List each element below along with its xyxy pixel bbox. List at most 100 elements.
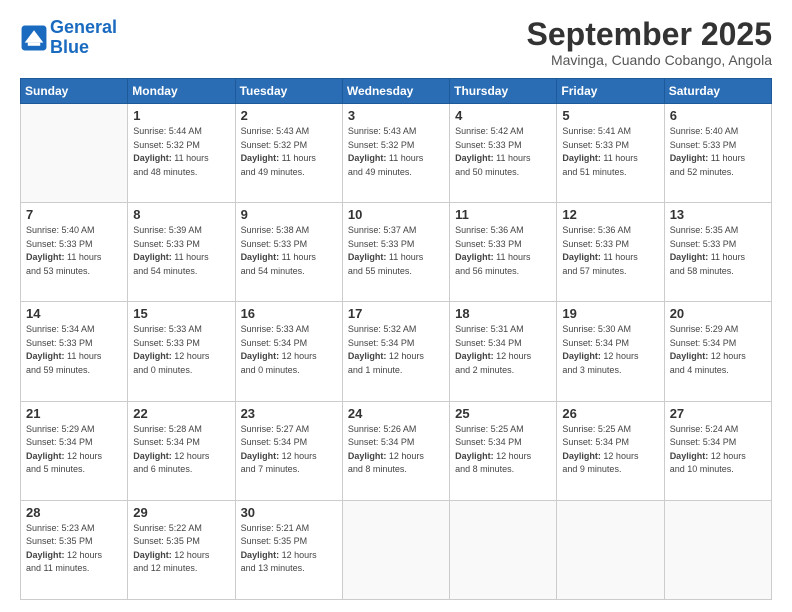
table-row: 10Sunrise: 5:37 AMSunset: 5:33 PMDayligh… (342, 203, 449, 302)
day-number: 3 (348, 108, 444, 123)
month-title: September 2025 (527, 18, 772, 50)
location: Mavinga, Cuando Cobango, Angola (527, 52, 772, 68)
table-row: 8 Sunrise: 5:39 AMSunset: 5:33 PMDaylight… (128, 203, 235, 302)
table-row: 7Sunrise: 5:40 AMSunset: 5:33 PMDaylight… (21, 203, 128, 302)
table-row: 20 Sunrise: 5:29 AMSunset: 5:34 PMDayligh… (664, 302, 771, 401)
day-number: 22 (133, 406, 229, 421)
day-number: 18 (455, 306, 551, 321)
day-info: Sunrise: 5:34 AMSunset: 5:33 PMDaylight:… (26, 323, 122, 377)
day-info: Sunrise: 5:21 AMSunset: 5:35 PMDaylight:… (241, 522, 337, 576)
day-number: 24 (348, 406, 444, 421)
table-row: 5 Sunrise: 5:41 AMSunset: 5:33 PMDaylight… (557, 104, 664, 203)
day-info: Sunrise: 5:40 AMSunset: 5:33 PMDaylight:… (670, 125, 766, 179)
day-info: Sunrise: 5:35 AMSunset: 5:33 PMDaylight:… (670, 224, 766, 278)
day-info: Sunrise: 5:25 AMSunset: 5:34 PMDaylight:… (562, 423, 658, 477)
day-number: 2 (241, 108, 337, 123)
table-row: 18 Sunrise: 5:31 AMSunset: 5:34 PMDayligh… (450, 302, 557, 401)
day-number: 11 (455, 207, 551, 222)
table-row (557, 500, 664, 599)
day-number: 29 (133, 505, 229, 520)
col-monday: Monday (128, 79, 235, 104)
day-number: 5 (562, 108, 658, 123)
day-info: Sunrise: 5:22 AMSunset: 5:35 PMDaylight:… (133, 522, 229, 576)
day-number: 8 (133, 207, 229, 222)
day-info: Sunrise: 5:31 AMSunset: 5:34 PMDaylight:… (455, 323, 551, 377)
day-info: Sunrise: 5:33 AMSunset: 5:34 PMDaylight:… (241, 323, 337, 377)
day-info: Sunrise: 5:43 AMSunset: 5:32 PMDaylight:… (348, 125, 444, 179)
day-number: 20 (670, 306, 766, 321)
table-row: 1Sunrise: 5:44 AMSunset: 5:32 PMDaylight… (128, 104, 235, 203)
day-info: Sunrise: 5:29 AMSunset: 5:34 PMDaylight:… (26, 423, 122, 477)
logo-line1: General (50, 17, 117, 37)
table-row (450, 500, 557, 599)
calendar-week-row: 28Sunrise: 5:23 AMSunset: 5:35 PMDayligh… (21, 500, 772, 599)
day-info: Sunrise: 5:24 AMSunset: 5:34 PMDaylight:… (670, 423, 766, 477)
calendar-week-row: 14 Sunrise: 5:34 AMSunset: 5:33 PMDayligh… (21, 302, 772, 401)
day-number: 14 (26, 306, 122, 321)
day-number: 27 (670, 406, 766, 421)
logo-icon (20, 24, 48, 52)
day-number: 12 (562, 207, 658, 222)
header: General Blue September 2025 Mavinga, Cua… (20, 18, 772, 68)
logo: General Blue (20, 18, 117, 58)
table-row: 4 Sunrise: 5:42 AMSunset: 5:33 PMDaylight… (450, 104, 557, 203)
table-row: 28Sunrise: 5:23 AMSunset: 5:35 PMDayligh… (21, 500, 128, 599)
table-row: 29 Sunrise: 5:22 AMSunset: 5:35 PMDayligh… (128, 500, 235, 599)
day-info: Sunrise: 5:27 AMSunset: 5:34 PMDaylight:… (241, 423, 337, 477)
table-row: 12 Sunrise: 5:36 AMSunset: 5:33 PMDayligh… (557, 203, 664, 302)
table-row: 24 Sunrise: 5:26 AMSunset: 5:34 PMDayligh… (342, 401, 449, 500)
table-row: 17Sunrise: 5:32 AMSunset: 5:34 PMDayligh… (342, 302, 449, 401)
col-sunday: Sunday (21, 79, 128, 104)
day-number: 13 (670, 207, 766, 222)
table-row: 25Sunrise: 5:25 AMSunset: 5:34 PMDayligh… (450, 401, 557, 500)
title-block: September 2025 Mavinga, Cuando Cobango, … (527, 18, 772, 68)
table-row: 6 Sunrise: 5:40 AMSunset: 5:33 PMDaylight… (664, 104, 771, 203)
day-info: Sunrise: 5:42 AMSunset: 5:33 PMDaylight:… (455, 125, 551, 179)
day-info: Sunrise: 5:38 AMSunset: 5:33 PMDaylight:… (241, 224, 337, 278)
day-info: Sunrise: 5:26 AMSunset: 5:34 PMDaylight:… (348, 423, 444, 477)
logo-text: General Blue (50, 18, 117, 58)
day-info: Sunrise: 5:29 AMSunset: 5:34 PMDaylight:… (670, 323, 766, 377)
page: General Blue September 2025 Mavinga, Cua… (0, 0, 792, 612)
day-info: Sunrise: 5:36 AMSunset: 5:33 PMDaylight:… (562, 224, 658, 278)
calendar-week-row: 21 Sunrise: 5:29 AMSunset: 5:34 PMDayligh… (21, 401, 772, 500)
day-number: 10 (348, 207, 444, 222)
day-number: 21 (26, 406, 122, 421)
table-row: 2 Sunrise: 5:43 AMSunset: 5:32 PMDaylight… (235, 104, 342, 203)
table-row: 26 Sunrise: 5:25 AMSunset: 5:34 PMDayligh… (557, 401, 664, 500)
table-row (664, 500, 771, 599)
day-number: 16 (241, 306, 337, 321)
day-info: Sunrise: 5:41 AMSunset: 5:33 PMDaylight:… (562, 125, 658, 179)
day-info: Sunrise: 5:44 AMSunset: 5:32 PMDaylight:… (133, 125, 229, 179)
table-row: 16 Sunrise: 5:33 AMSunset: 5:34 PMDayligh… (235, 302, 342, 401)
table-row: 11 Sunrise: 5:36 AMSunset: 5:33 PMDayligh… (450, 203, 557, 302)
day-info: Sunrise: 5:43 AMSunset: 5:32 PMDaylight:… (241, 125, 337, 179)
day-number: 9 (241, 207, 337, 222)
table-row: 21 Sunrise: 5:29 AMSunset: 5:34 PMDayligh… (21, 401, 128, 500)
calendar-header-row: Sunday Monday Tuesday Wednesday Thursday… (21, 79, 772, 104)
col-wednesday: Wednesday (342, 79, 449, 104)
calendar-week-row: 1Sunrise: 5:44 AMSunset: 5:32 PMDaylight… (21, 104, 772, 203)
table-row: 3 Sunrise: 5:43 AMSunset: 5:32 PMDaylight… (342, 104, 449, 203)
day-info: Sunrise: 5:33 AMSunset: 5:33 PMDaylight:… (133, 323, 229, 377)
table-row: 19 Sunrise: 5:30 AMSunset: 5:34 PMDayligh… (557, 302, 664, 401)
day-number: 26 (562, 406, 658, 421)
col-friday: Friday (557, 79, 664, 104)
day-number: 19 (562, 306, 658, 321)
table-row: 30 Sunrise: 5:21 AMSunset: 5:35 PMDayligh… (235, 500, 342, 599)
day-info: Sunrise: 5:39 AMSunset: 5:33 PMDaylight:… (133, 224, 229, 278)
day-number: 6 (670, 108, 766, 123)
col-thursday: Thursday (450, 79, 557, 104)
day-info: Sunrise: 5:36 AMSunset: 5:33 PMDaylight:… (455, 224, 551, 278)
day-info: Sunrise: 5:30 AMSunset: 5:34 PMDaylight:… (562, 323, 658, 377)
day-number: 30 (241, 505, 337, 520)
table-row (342, 500, 449, 599)
day-number: 15 (133, 306, 229, 321)
day-number: 28 (26, 505, 122, 520)
table-row (21, 104, 128, 203)
table-row: 27 Sunrise: 5:24 AMSunset: 5:34 PMDayligh… (664, 401, 771, 500)
day-info: Sunrise: 5:25 AMSunset: 5:34 PMDaylight:… (455, 423, 551, 477)
day-info: Sunrise: 5:28 AMSunset: 5:34 PMDaylight:… (133, 423, 229, 477)
day-number: 4 (455, 108, 551, 123)
col-tuesday: Tuesday (235, 79, 342, 104)
